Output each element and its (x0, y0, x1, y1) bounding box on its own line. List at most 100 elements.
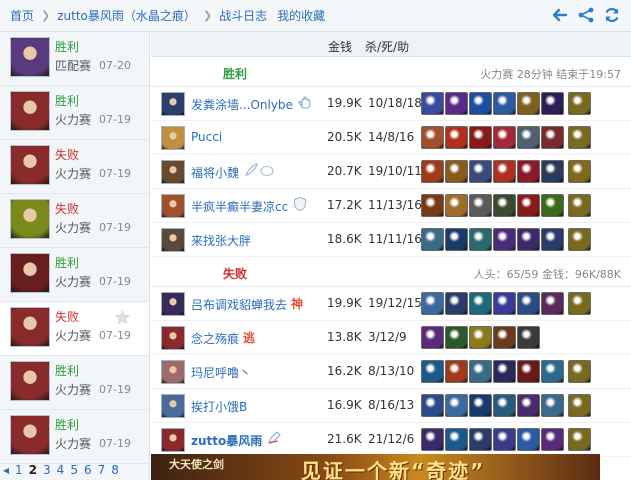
item-icon[interactable] (517, 126, 540, 149)
item-icon[interactable] (469, 326, 492, 349)
item-icon[interactable] (421, 360, 444, 383)
item-icon[interactable] (493, 394, 516, 417)
item-icon[interactable] (445, 292, 468, 315)
item-icon[interactable] (493, 292, 516, 315)
pager-prev-icon[interactable]: ◂ (3, 463, 9, 477)
item-icon[interactable] (445, 92, 468, 115)
item-icon[interactable] (493, 428, 516, 451)
player-row[interactable]: Pucci 20.5K 14/8/16 (151, 121, 631, 155)
item-icon[interactable] (469, 228, 492, 251)
item-icon[interactable] (493, 194, 516, 217)
item-icon[interactable] (469, 292, 492, 315)
trinket-item-icon[interactable] (568, 160, 591, 183)
match-item[interactable]: 胜利 匹配赛 07-20 (0, 32, 149, 86)
player-name[interactable]: 吕布调戏貂蝉我去 (191, 296, 287, 313)
item-icon[interactable] (469, 394, 492, 417)
item-icon[interactable] (517, 292, 540, 315)
match-item[interactable]: 失败 火力赛 07-19 (0, 194, 149, 248)
player-row[interactable]: zutto暴风雨 21.6K 21/12/6 (151, 423, 631, 457)
pager-page-7[interactable]: 7 (98, 463, 106, 477)
favorites-link[interactable]: 我的收藏 (277, 7, 325, 24)
item-icon[interactable] (421, 326, 444, 349)
pager-page-2[interactable]: 2 (29, 463, 37, 477)
player-name[interactable]: 玛尼呼噜丶 (191, 364, 251, 381)
item-icon[interactable] (445, 228, 468, 251)
item-icon[interactable] (469, 160, 492, 183)
back-arrow-icon[interactable] (551, 6, 569, 24)
item-icon[interactable] (469, 92, 492, 115)
item-icon[interactable] (541, 126, 564, 149)
item-icon[interactable] (541, 228, 564, 251)
trinket-item-icon[interactable] (568, 92, 591, 115)
item-icon[interactable] (445, 428, 468, 451)
item-icon[interactable] (541, 92, 564, 115)
item-icon[interactable] (541, 394, 564, 417)
item-icon[interactable] (541, 160, 564, 183)
player-name[interactable]: 挨打小饿B (191, 398, 247, 415)
item-icon[interactable] (445, 326, 468, 349)
item-icon[interactable] (517, 194, 540, 217)
trinket-item-icon[interactable] (568, 394, 591, 417)
player-name[interactable]: Pucci (191, 130, 222, 144)
item-icon[interactable] (541, 360, 564, 383)
item-icon[interactable] (517, 428, 540, 451)
trinket-item-icon[interactable] (568, 126, 591, 149)
item-icon[interactable] (469, 194, 492, 217)
pager-page-8[interactable]: 8 (111, 463, 119, 477)
favorite-star-icon[interactable] (115, 310, 130, 325)
player-row[interactable]: 挨打小饿B 16.9K 8/16/13 (151, 389, 631, 423)
trinket-item-icon[interactable] (568, 228, 591, 251)
item-icon[interactable] (541, 292, 564, 315)
player-row[interactable]: 念之殇痕逃 13.8K 3/12/9 (151, 321, 631, 355)
player-name[interactable]: 发粪涂墙...Onlybe (191, 96, 293, 113)
player-name[interactable]: 福将小魏 (191, 164, 239, 181)
pager-page-5[interactable]: 5 (70, 463, 78, 477)
item-icon[interactable] (517, 394, 540, 417)
pager-page-4[interactable]: 4 (57, 463, 65, 477)
player-row[interactable]: 半疯半癫半妻凉cc 17.2K 11/13/16 (151, 189, 631, 223)
advertisement-banner[interactable]: 大天使之剑 见证一个新“奇迹” (151, 454, 600, 480)
player-name[interactable]: 念之殇痕 (191, 330, 239, 347)
trinket-item-icon[interactable] (568, 292, 591, 315)
breadcrumb-home[interactable]: 首页 (10, 7, 34, 24)
match-item[interactable]: 胜利 火力赛 07-19 (0, 356, 149, 410)
player-row[interactable]: 福将小魏 20.7K 19/10/11 (151, 155, 631, 189)
match-item[interactable]: 胜利 火力赛 07-19 (0, 248, 149, 302)
player-name[interactable]: 半疯半癫半妻凉cc (191, 198, 288, 215)
item-icon[interactable] (541, 194, 564, 217)
player-row[interactable]: 来找张大胖 18.6K 11/11/16 (151, 223, 631, 257)
item-icon[interactable] (421, 126, 444, 149)
item-icon[interactable] (421, 160, 444, 183)
item-icon[interactable] (493, 326, 516, 349)
item-icon[interactable] (493, 160, 516, 183)
item-icon[interactable] (421, 194, 444, 217)
item-icon[interactable] (421, 428, 444, 451)
item-icon[interactable] (517, 228, 540, 251)
match-item[interactable]: 胜利 火力赛 07-19 (0, 86, 149, 140)
player-row[interactable]: 吕布调戏貂蝉我去神 19.9K 19/12/15 (151, 287, 631, 321)
share-icon[interactable] (577, 6, 595, 24)
item-icon[interactable] (493, 360, 516, 383)
match-item[interactable]: 失败 火力赛 07-19 (0, 140, 149, 194)
item-icon[interactable] (541, 428, 564, 451)
item-icon[interactable] (517, 160, 540, 183)
pager-page-3[interactable]: 3 (43, 463, 51, 477)
trinket-item-icon[interactable] (568, 360, 591, 383)
item-icon[interactable] (469, 360, 492, 383)
breadcrumb-player[interactable]: zutto暴风雨（水晶之痕） (57, 7, 196, 24)
item-icon[interactable] (493, 126, 516, 149)
refresh-icon[interactable] (603, 6, 621, 24)
item-icon[interactable] (421, 228, 444, 251)
player-name[interactable]: 来找张大胖 (191, 232, 251, 249)
item-icon[interactable] (493, 228, 516, 251)
item-icon[interactable] (421, 292, 444, 315)
item-icon[interactable] (493, 92, 516, 115)
player-row[interactable]: 发粪涂墙...Onlybe 19.9K 10/18/18 (151, 87, 631, 121)
item-icon[interactable] (517, 326, 540, 349)
match-item[interactable]: 胜利 火力赛 07-19 (0, 410, 149, 464)
item-icon[interactable] (445, 194, 468, 217)
item-icon[interactable] (445, 126, 468, 149)
item-icon[interactable] (469, 126, 492, 149)
match-item[interactable]: 失败 火力赛 07-19 (0, 302, 149, 356)
item-icon[interactable] (517, 92, 540, 115)
